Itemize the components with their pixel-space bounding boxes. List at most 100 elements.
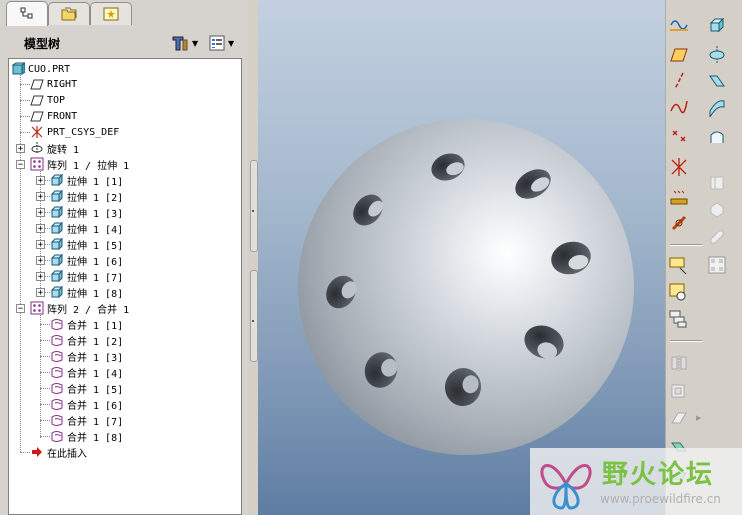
blend-icon (709, 100, 725, 117)
splitter-handle[interactable] (250, 160, 258, 252)
shell-icon (710, 202, 724, 218)
tree-item-pattern2-child[interactable]: 合并 1 [8] (50, 428, 123, 444)
tree-item-label: 旋转 1 (47, 144, 80, 156)
mirror-button[interactable] (668, 352, 690, 374)
tree-item-pattern-1[interactable]: 阵列 1 / 拉伸 1 (30, 156, 129, 172)
tree-item-pattern2-child[interactable]: 合并 1 [5] (50, 380, 123, 396)
hole-button[interactable] (706, 172, 728, 194)
tree-item-label: 在此插入 (47, 448, 87, 460)
expand-toggle[interactable]: + (36, 192, 45, 202)
pattern-button[interactable] (706, 254, 728, 276)
tree-item-pattern1-child[interactable]: 拉伸 1 [4] (50, 220, 123, 236)
shell-button[interactable] (706, 198, 728, 220)
tree-item-pattern1-child[interactable]: 拉伸 1 [1] (50, 172, 123, 188)
tree-item-label: PRT_CSYS_DEF (47, 126, 120, 138)
merge-icon (51, 431, 63, 442)
merge-button[interactable] (668, 380, 690, 402)
tree-root[interactable]: CUO.PRT (11, 61, 70, 77)
show-dropdown-button[interactable]: ▼ (208, 34, 238, 52)
tree-item-datum-front[interactable]: FRONT (30, 108, 77, 124)
sphere-model[interactable] (258, 0, 665, 515)
datum-plane-button[interactable] (668, 44, 690, 66)
datum-plane-icon (30, 79, 44, 90)
expand-toggle[interactable]: + (36, 288, 45, 298)
chain-button[interactable] (668, 212, 690, 234)
boundary-blend-button[interactable] (706, 126, 728, 148)
expand-toggle[interactable]: + (36, 176, 45, 186)
collapse-toggle[interactable]: − (16, 304, 25, 314)
tree-item-pattern1-child[interactable]: 拉伸 1 [5] (50, 236, 123, 252)
extrude-icon (50, 285, 64, 299)
datum-curve-button[interactable] (668, 96, 690, 118)
hole-icon (710, 176, 724, 190)
merge-icon (51, 415, 63, 426)
datum-axis-button[interactable] (668, 70, 690, 92)
tree-item-pattern1-child[interactable]: 拉伸 1 [2] (50, 188, 123, 204)
datum-point-icon (672, 130, 686, 142)
blend-button[interactable] (706, 96, 728, 118)
splitter-handle[interactable] (250, 270, 258, 362)
tab-model-tree[interactable] (6, 1, 48, 26)
expand-toggle[interactable]: + (36, 240, 45, 250)
tree-item-datum-right[interactable]: RIGHT (30, 76, 77, 92)
tab-favorites[interactable] (90, 2, 132, 25)
annotation-button[interactable] (668, 254, 690, 276)
coordinate-system-button[interactable] (668, 156, 690, 178)
tree-item-label: 合并 1 [6] (67, 400, 124, 412)
tree-root-label: CUO.PRT (28, 63, 71, 75)
tools-icon (172, 36, 188, 51)
expand-toggle[interactable]: + (36, 224, 45, 234)
tab-folder-browser[interactable] (48, 2, 90, 25)
datum-plane-icon (30, 111, 44, 122)
panel-title: 模型树 (24, 37, 61, 51)
model-tree[interactable]: CUO.PRT RIGHT TOP FRONT PRT_CSYS_DEF + 旋… (8, 58, 242, 515)
tree-item-pattern2-child[interactable]: 合并 1 [3] (50, 348, 123, 364)
sweep-button[interactable] (706, 70, 728, 92)
insert-arrow-icon (32, 447, 42, 457)
collapse-toggle[interactable]: − (16, 160, 25, 170)
layers-icon (669, 310, 687, 328)
tree-item-pattern2-child[interactable]: 合并 1 [2] (50, 332, 123, 348)
trim-icon (671, 412, 687, 424)
analysis-button[interactable] (668, 186, 690, 208)
expand-toggle[interactable]: + (16, 144, 25, 154)
datum-point-button[interactable] (668, 126, 690, 148)
expand-toggle[interactable]: + (36, 256, 45, 266)
tree-item-pattern1-child[interactable]: 拉伸 1 [6] (50, 252, 123, 268)
tree-item-label: 拉伸 1 [1] (67, 176, 124, 188)
tree-item-pattern2-child[interactable]: 合并 1 [7] (50, 412, 123, 428)
tree-item-pattern1-child[interactable]: 拉伸 1 [8] (50, 284, 123, 300)
forum-watermark: 野火论坛 www.proewildfire.cn (530, 448, 742, 515)
tree-item-datum-top[interactable]: TOP (30, 92, 65, 108)
tree-item-pattern1-child[interactable]: 拉伸 1 [3] (50, 204, 123, 220)
panel-splitter[interactable] (248, 0, 258, 515)
boundary-blend-icon (710, 131, 724, 143)
tree-item-pattern1-child[interactable]: 拉伸 1 [7] (50, 268, 123, 284)
sweep-icon (709, 75, 725, 87)
extrude-button[interactable] (706, 14, 728, 36)
rib-button[interactable] (706, 224, 728, 246)
extrude-icon (50, 205, 64, 219)
chain-link-icon (671, 215, 687, 231)
merge-icon (671, 384, 685, 398)
view-manager-button[interactable] (668, 282, 690, 304)
layer-button[interactable] (668, 308, 690, 330)
expand-toggle[interactable]: + (36, 272, 45, 282)
sketch-button[interactable] (668, 14, 690, 36)
graphics-viewport[interactable] (258, 0, 665, 515)
tree-item-pattern2-child[interactable]: 合并 1 [4] (50, 364, 123, 380)
trim-button[interactable] (668, 408, 690, 430)
merge-icon (51, 399, 63, 410)
tree-item-pattern2-child[interactable]: 合并 1 [1] (50, 316, 123, 332)
tree-item-insert-here[interactable]: 在此插入 (30, 444, 87, 460)
tree-item-pattern2-child[interactable]: 合并 1 [6] (50, 396, 123, 412)
tree-item-csys[interactable]: PRT_CSYS_DEF (30, 124, 119, 140)
expand-toggle[interactable]: + (36, 208, 45, 218)
settings-dropdown-button[interactable]: ▼ (170, 34, 200, 52)
extrude-icon (50, 189, 64, 203)
tree-item-label: 合并 1 [3] (67, 352, 124, 364)
tree-item-label: 拉伸 1 [4] (67, 224, 124, 236)
tree-item-pattern-2[interactable]: 阵列 2 / 合并 1 (30, 300, 129, 316)
tree-item-revolve[interactable]: 旋转 1 (30, 140, 79, 156)
revolve-button[interactable] (706, 44, 728, 66)
